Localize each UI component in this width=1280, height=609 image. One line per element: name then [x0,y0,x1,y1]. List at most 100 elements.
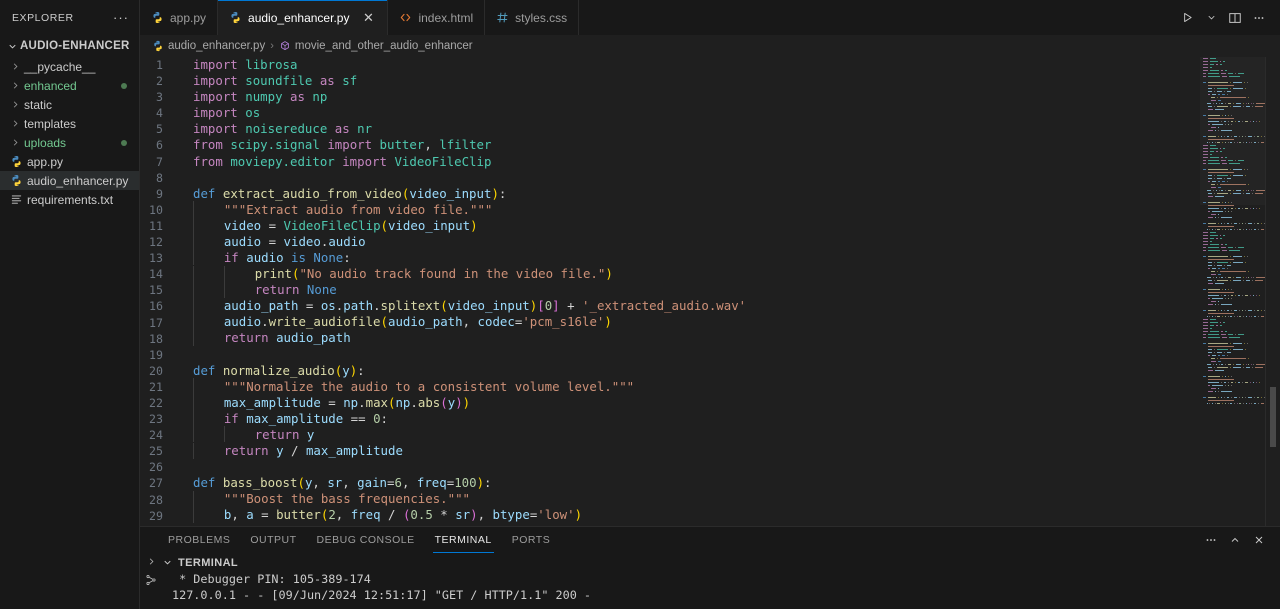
chevron-right-icon[interactable] [146,556,157,567]
indent-guide [193,281,194,298]
code-line: 11 video = VideoFileClip(video_input) [140,217,1280,235]
code-line: 25 return y / max_amplitude [140,442,1280,459]
panel-tab-ports[interactable]: PORTS [502,527,560,553]
code-line: 4 import os [140,105,1280,121]
breadcrumb-file-label: audio_enhancer.py [168,40,266,52]
panel-tab-problems[interactable]: PROBLEMS [158,527,240,553]
line-number: 3 [156,90,163,105]
code-text: import os [193,105,261,121]
line-number: 23 [149,412,163,427]
more-editor-actions-button[interactable] [1248,7,1270,29]
file-tree-item-uploads[interactable]: uploads [0,133,139,152]
editor-tab-audio-enhancer-py[interactable]: audio_enhancer.py ✕ [218,0,389,35]
file-tree-item-templates[interactable]: templates [0,114,139,133]
python-icon [229,11,242,24]
file-tree-item-label: __pycache__ [24,59,96,74]
file-tree-item-enhanced[interactable]: enhanced [0,76,139,95]
editor-tab-app-py[interactable]: app.py [140,0,219,35]
line-number: 6 [156,138,163,153]
code-line: 17 audio.write_audiofile(audio_path, cod… [140,313,1280,331]
run-options-button[interactable] [1200,7,1222,29]
code-text: import soundfile as sf [193,73,358,89]
line-number: 17 [149,315,163,330]
editor-tab-index-html[interactable]: index.html [388,0,486,35]
python-icon [151,11,164,24]
terminal-pane[interactable]: TERMINAL * Debugger PIN: 105-389-174 127.… [162,553,1280,609]
terminal-output[interactable]: * Debugger PIN: 105-389-174 127.0.0.1 - -… [162,572,1280,609]
editor-tab-label: styles.css [515,10,568,25]
file-tree-item-static[interactable]: static [0,95,139,114]
indent-guide [193,217,194,234]
file-tree-item-requirements-txt[interactable]: requirements.txt [0,190,139,209]
chevron-right-icon [8,61,22,72]
code-text: """Normalize the audio to a consistent v… [184,378,634,396]
line-number: 28 [149,492,163,507]
line-number: 19 [149,347,163,362]
editor-tab-styles-css[interactable]: styles.css [485,0,580,35]
code-text: audio = video.audio [184,233,366,251]
panel-more-actions-button[interactable] [1200,529,1222,551]
file-tree-item-label: enhanced [24,78,77,93]
explorer-more-actions-button[interactable]: ··· [113,11,129,24]
code-lines[interactable]: 1 import librosa 2 import soundfile as sf 3 i… [140,57,1280,526]
close-tab-icon[interactable]: ✕ [360,10,376,26]
breadcrumb-symbol[interactable]: movie_and_other_audio_enhancer [279,40,473,52]
maximize-panel-button[interactable] [1224,529,1246,551]
file-tree-item-app-py[interactable]: app.py [0,152,139,171]
code-text: """Extract audio from video file.""" [184,201,492,219]
line-number: 4 [156,106,163,121]
panel-toolbar [1200,529,1280,551]
code-text: def normalize_audio(y): [193,362,365,378]
file-tree-item-audio-enhancer-py[interactable]: audio_enhancer.py [0,171,139,190]
line-number: 11 [149,218,163,233]
explorer-root-label: AUDIO-ENHANCER [20,40,130,52]
editor-vertical-scrollbar[interactable] [1266,57,1280,526]
line-number: 10 [149,202,163,217]
code-text: return None [184,281,337,299]
code-line: 27 def bass_boost(y, sr, gain=6, freq=100… [140,475,1280,491]
editor-toolbar [1176,0,1280,35]
panel-tab-terminal[interactable]: TERMINAL [425,527,502,553]
explorer-root-folder[interactable]: AUDIO-ENHANCER [0,35,139,57]
split-editor-right-button[interactable] [1224,7,1246,29]
panel-tab-output[interactable]: OUTPUT [240,527,306,553]
code-line: 21 """Normalize the audio to a consisten… [140,378,1280,396]
code-text: """Boost the bass frequencies.""" [184,490,470,508]
run-python-file-button[interactable] [1176,7,1198,29]
code-text: print("No audio track found in the video… [184,265,613,283]
code-text: def extract_audio_from_video(video_input… [193,185,507,201]
breadcrumb-file[interactable]: audio_enhancer.py [152,40,265,52]
code-editor[interactable]: 1 import librosa 2 import soundfile as sf 3 i… [140,57,1280,526]
code-text: video = VideoFileClip(video_input) [184,217,478,235]
close-panel-button[interactable] [1248,529,1270,551]
chevron-right-icon [8,80,22,91]
line-number: 5 [156,122,163,137]
code-text: max_amplitude = np.max(np.abs(y)) [184,394,470,412]
file-tree-item-pycache[interactable]: __pycache__ [0,57,139,76]
code-text: audio_path = os.path.splitext(video_inpu… [184,297,746,315]
code-line: 29 b, a = butter(2, freq / (0.5 * sr), b… [140,506,1280,524]
chevron-right-icon [8,137,22,148]
terminal-container: TERMINAL * Debugger PIN: 105-389-174 127.… [140,553,1280,609]
panel-tab-debug-console[interactable]: DEBUG CONSOLE [307,527,425,553]
line-number: 25 [149,444,163,459]
code-text: return audio_path [184,329,351,347]
indent-guide [193,378,194,395]
code-line: 18 return audio_path [140,329,1280,347]
editor-scrollbar-thumb[interactable] [1270,387,1276,447]
branch-icon[interactable] [145,574,157,586]
html-icon [399,11,412,24]
code-line: 8 [140,170,1280,186]
indent-guide [193,394,194,411]
line-number: 21 [149,379,163,394]
line-number: 12 [149,235,163,250]
code-line: 7 from moviepy.editor import VideoFileCli… [140,154,1280,170]
file-tree-item-label: requirements.txt [27,192,114,207]
indent-guide [223,426,225,443]
code-line: 23 if max_amplitude == 0: [140,410,1280,427]
bottom-panel: PROBLEMS OUTPUT DEBUG CONSOLE TERMINAL PORTS [140,526,1280,609]
chevron-down-icon[interactable] [162,557,173,568]
code-line: 28 """Boost the bass frequencies.""" [140,490,1280,508]
chevron-right-icon [8,118,22,129]
indent-guide [193,249,194,266]
